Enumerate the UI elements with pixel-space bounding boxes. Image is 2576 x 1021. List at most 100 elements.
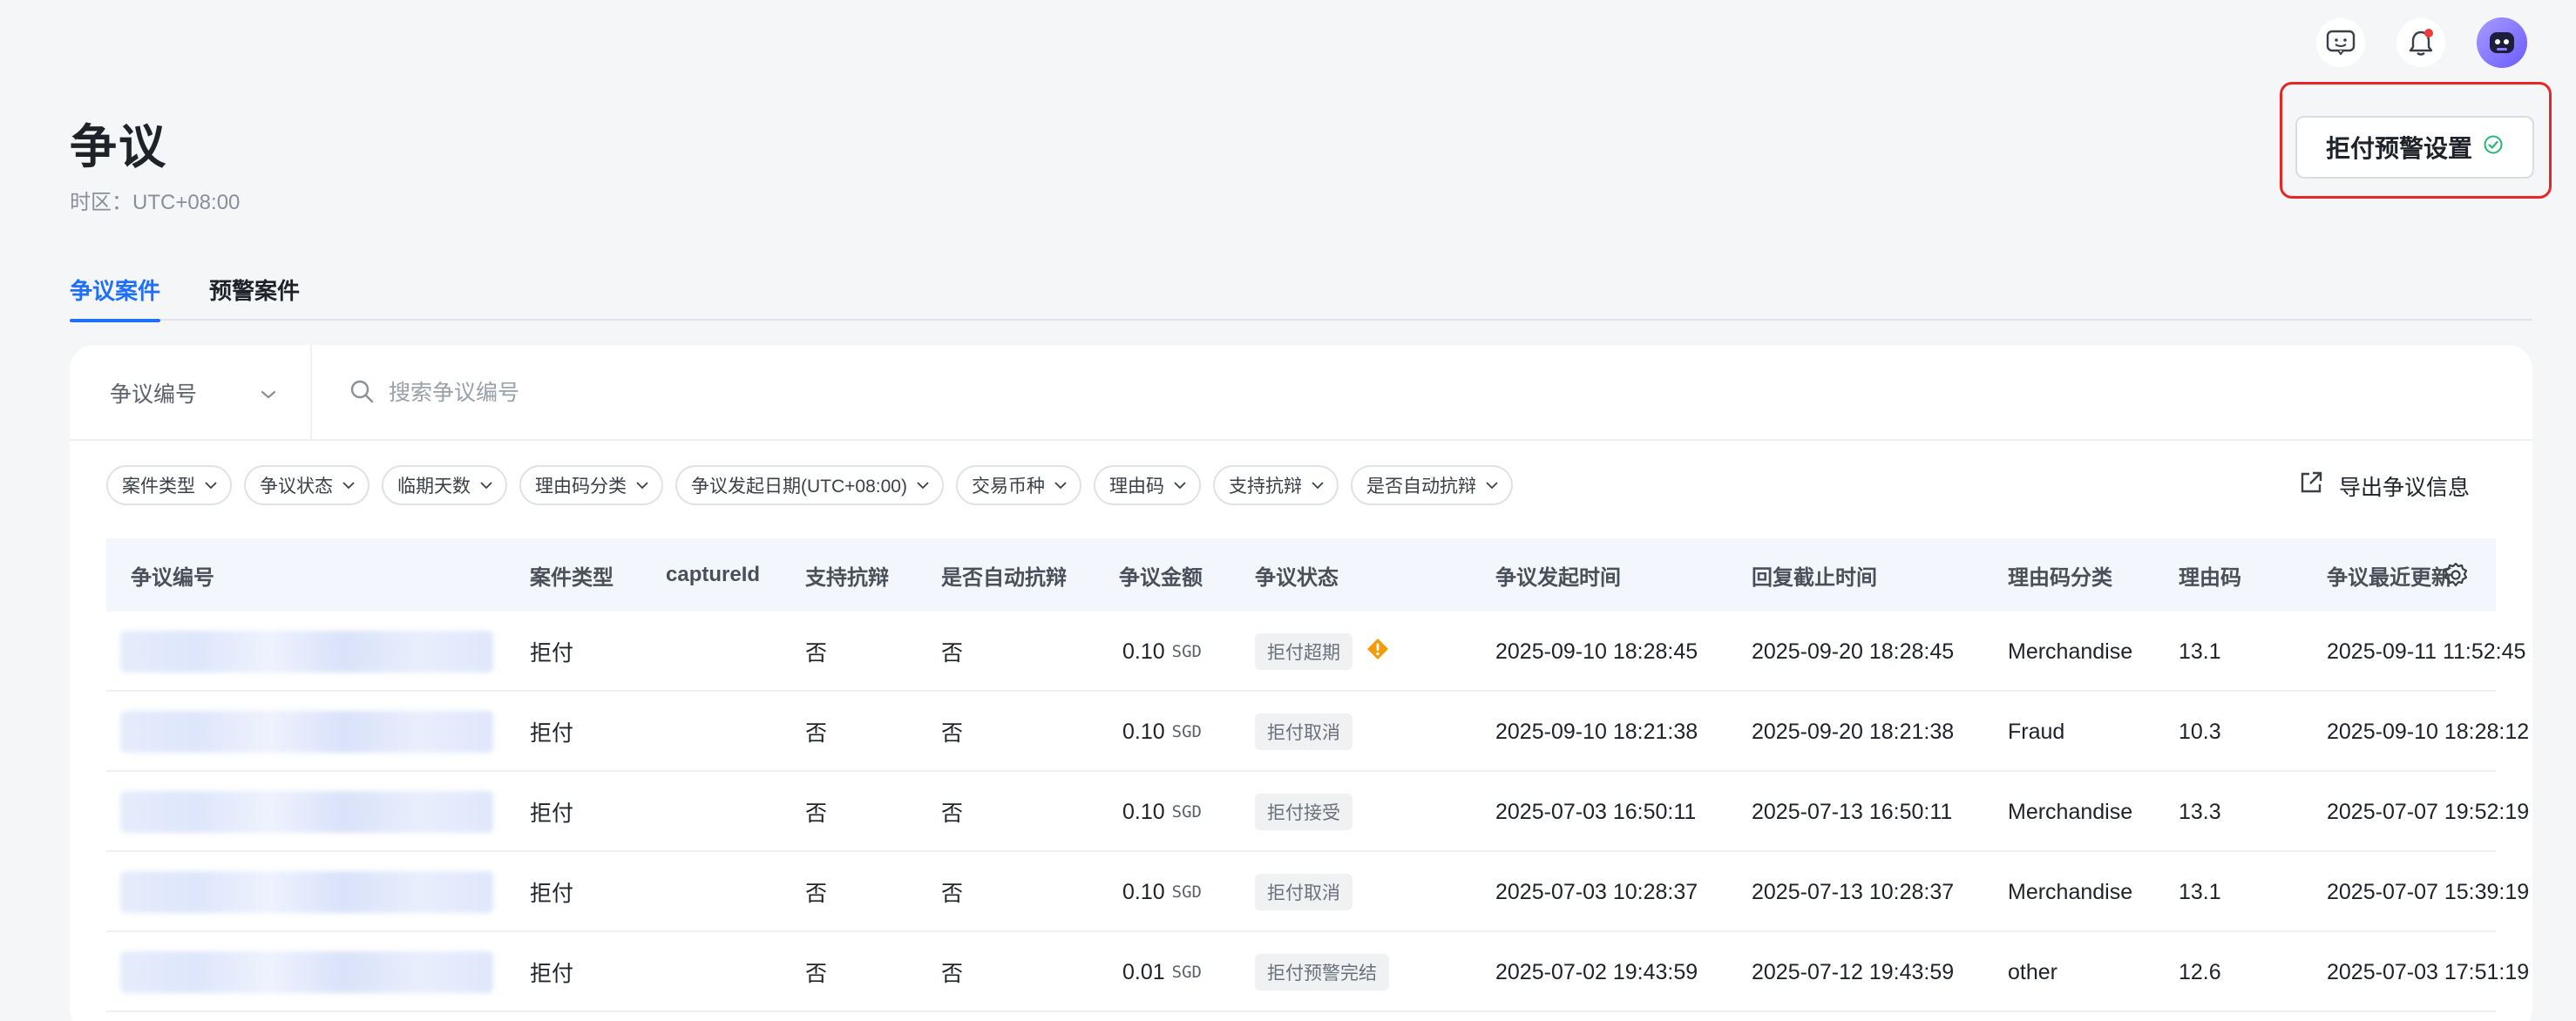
currency-code: SGD [1171,963,1202,982]
filter-dispute-date[interactable]: 争议发起日期(UTC+08:00) [675,465,944,505]
search-box [349,345,1086,441]
col-reason-category[interactable]: 理由码分类 [2008,560,2112,591]
defensible-cell: 否 [805,882,828,906]
dispute-id-redacted[interactable] [120,791,493,833]
auto-defense-cell: 否 [941,641,964,666]
filter-reason-code[interactable]: 理由码 [1093,465,1201,505]
col-last-updated[interactable]: 争议最近更新 [2327,560,2452,591]
col-created-at[interactable]: 争议发起时间 [1495,560,1621,591]
status-cell: 拒付取消 [1255,852,1352,932]
defensible-cell: 否 [805,962,828,986]
amount-value: 0.10 [1122,799,1165,824]
dispute-id-redacted[interactable] [120,951,493,993]
table-row[interactable]: 拒付 否 否 0.10 SGD 拒付接受 2025-07-03 16:50:11 … [106,772,2529,852]
col-defensible[interactable]: 支持抗辩 [805,560,889,591]
alert-settings-button[interactable]: 拒付预警设置 [2295,116,2534,179]
currency-code: SGD [1171,722,1202,741]
timezone-label: 时区：UTC+08:00 [70,191,241,214]
status-cell: 拒付预警完结 [1255,932,1389,1012]
auto-defense-cell: 否 [941,721,964,746]
dispute-table: 争议编号 案件类型 captureId 支持抗辩 是否自动抗辩 争议金额 争议状… [106,538,2529,1012]
created-at-cell: 2025-09-10 18:21:38 [1495,719,1698,744]
status-cell: 拒付超期 [1255,612,1389,692]
case-type-cell: 拒付 [530,801,574,826]
search-row: 争议编号 [70,345,2532,441]
col-dispute-id[interactable]: 争议编号 [131,560,214,591]
filter-days-to-expiry[interactable]: 临期天数 [382,465,507,505]
reply-deadline-cell: 2025-09-20 18:28:45 [1752,639,1955,664]
col-reason-code[interactable]: 理由码 [2179,560,2241,591]
dispute-id-redacted[interactable] [120,631,493,673]
col-capture-id[interactable]: captureId [666,563,760,587]
created-at-cell: 2025-09-10 18:28:45 [1495,639,1698,664]
created-at-cell: 2025-07-03 10:28:37 [1495,879,1698,904]
filter-label: 争议状态 [260,477,333,497]
gear-icon[interactable] [2442,561,2470,593]
filter-case-type[interactable]: 案件类型 [106,465,232,505]
amount-cell: 0.01 SGD [1122,932,1202,1012]
page-title: 争议 [70,121,167,173]
col-case-type[interactable]: 案件类型 [530,560,613,591]
filter-label: 是否自动抗辩 [1366,477,1476,497]
table-row[interactable]: 拒付 否 否 0.10 SGD 拒付超期 2025-09-10 18:28:45 … [106,612,2525,692]
case-type-cell: 拒付 [530,882,574,906]
filter-currency[interactable]: 交易币种 [955,465,1081,505]
filter-row: 案件类型 争议状态 临期天数 理由码分类 争议发起日期(UTC+08:00) 交… [106,465,1513,505]
notification-dot [2424,29,2433,37]
status-badge: 拒付取消 [1255,713,1352,750]
search-field-label: 争议编号 [110,382,198,407]
search-icon [349,378,375,409]
defensible-cell: 否 [805,641,828,666]
amount-cell: 0.10 SGD [1122,852,1202,932]
filter-auto-defense[interactable]: 是否自动抗辩 [1350,465,1513,505]
bell-icon[interactable] [2396,18,2445,67]
case-type-cell: 拒付 [530,641,574,666]
col-reply-deadline[interactable]: 回复截止时间 [1752,560,1877,591]
created-at-cell: 2025-07-03 16:50:11 [1495,799,1697,824]
search-field-select[interactable]: 争议编号 [70,345,312,441]
warning-icon[interactable] [1366,638,1389,666]
status-cell: 拒付接受 [1255,772,1352,852]
filter-defensible[interactable]: 支持抗辩 [1212,465,1339,505]
alert-settings-label: 拒付预警设置 [2325,135,2472,162]
filter-label: 交易币种 [971,477,1045,497]
reason-category-cell: Merchandise [2008,879,2133,904]
dispute-id-redacted[interactable] [120,871,493,913]
robot-avatar[interactable] [2477,17,2527,68]
last-updated-cell: 2025-07-07 19:52:19 [2327,799,2530,824]
currency-code: SGD [1171,882,1202,902]
amount-value: 0.10 [1122,879,1165,904]
feedback-icon[interactable] [2316,18,2365,67]
col-status[interactable]: 争议状态 [1255,560,1339,591]
last-updated-cell: 2025-07-03 17:51:19 [2327,959,2530,984]
table-row[interactable]: 拒付 否 否 0.10 SGD 拒付取消 2025-09-10 18:21:38 … [106,692,2529,772]
defensible-cell: 否 [805,801,828,826]
export-button[interactable]: 导出争议信息 [2297,469,2470,503]
auto-defense-cell: 否 [941,962,964,986]
amount-value: 0.01 [1122,959,1165,984]
last-updated-cell: 2025-09-11 11:52:45 [2327,639,2526,664]
dispute-id-redacted[interactable] [120,711,493,753]
reason-code-cell: 12.6 [2179,959,2221,984]
currency-code: SGD [1171,802,1202,822]
dispute-card: 争议编号 案件类型 争议状态 临期天数 理由码分类 争议发起日期(UTC+08:… [70,345,2532,1021]
amount-value: 0.10 [1122,719,1165,744]
col-amount[interactable]: 争议金额 [1119,560,1203,591]
filter-reason-category[interactable]: 理由码分类 [519,465,663,505]
tab-alert-cases[interactable]: 预警案件 [209,272,300,321]
reason-category-cell: Merchandise [2008,639,2133,664]
chevron-down-icon [260,381,277,406]
col-auto-defense[interactable]: 是否自动抗辩 [941,560,1067,591]
table-header: 争议编号 案件类型 captureId 支持抗辩 是否自动抗辩 争议金额 争议状… [106,538,2496,612]
status-badge: 拒付接受 [1255,794,1352,830]
reason-category-cell: other [2008,959,2057,984]
reason-code-cell: 13.1 [2179,879,2221,904]
created-at-cell: 2025-07-02 19:43:59 [1495,959,1698,984]
search-input[interactable] [389,380,1086,406]
case-type-cell: 拒付 [530,962,574,986]
filter-dispute-status[interactable]: 争议状态 [244,465,369,505]
table-row[interactable]: 拒付 否 否 0.01 SGD 拒付预警完结 2025-07-02 19:43:5… [106,932,2529,1012]
tab-dispute-cases[interactable]: 争议案件 [70,272,161,322]
table-row[interactable]: 拒付 否 否 0.10 SGD 拒付取消 2025-07-03 10:28:37 … [106,852,2529,932]
status-cell: 拒付取消 [1255,692,1352,772]
